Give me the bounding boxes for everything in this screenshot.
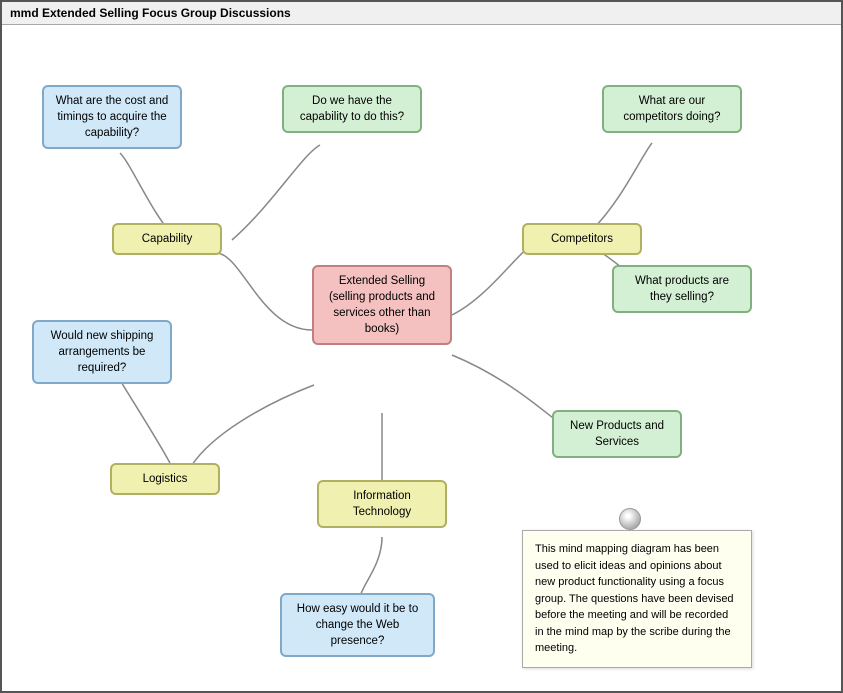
window: mmd Extended Selling Focus Group Discuss… xyxy=(0,0,843,693)
canvas: Extended Selling (selling products and s… xyxy=(2,25,841,688)
node-q2: Do we have the capability to do this? xyxy=(282,85,422,133)
node-q5: Would new shipping arrangements be requi… xyxy=(32,320,172,384)
note-box: This mind mapping diagram has been used … xyxy=(522,530,752,668)
node-center: Extended Selling (selling products and s… xyxy=(312,265,452,345)
node-q1: What are the cost and timings to acquire… xyxy=(42,85,182,149)
node-q4: What products are they selling? xyxy=(612,265,752,313)
node-new-products: New Products and Services xyxy=(552,410,682,458)
node-logistics: Logistics xyxy=(110,463,220,495)
node-q3: What are our competitors doing? xyxy=(602,85,742,133)
node-capability: Capability xyxy=(112,223,222,255)
node-competitors: Competitors xyxy=(522,223,642,255)
note-handle xyxy=(619,508,641,530)
node-q6: How easy would it be to change the Web p… xyxy=(280,593,435,657)
window-title: mmd Extended Selling Focus Group Discuss… xyxy=(10,6,291,20)
title-bar: mmd Extended Selling Focus Group Discuss… xyxy=(2,2,841,25)
node-information-technology: Information Technology xyxy=(317,480,447,528)
